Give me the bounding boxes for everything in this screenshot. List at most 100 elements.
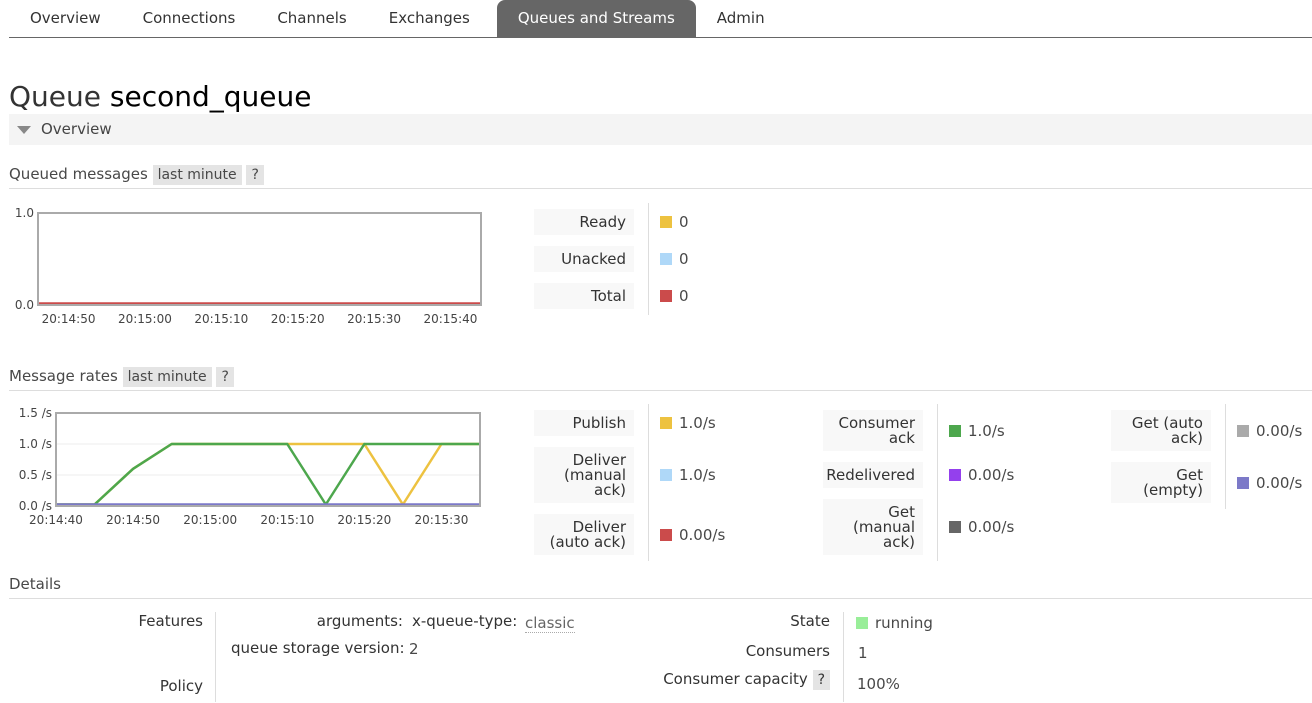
divider — [937, 404, 938, 561]
legend-label: Redelivered — [823, 462, 923, 488]
legend-value: 1.0/s — [660, 466, 716, 484]
series-line-publish — [56, 442, 480, 506]
divider — [215, 612, 216, 702]
consumers-value: 1 — [858, 644, 868, 662]
range-selector[interactable]: last minute — [122, 367, 212, 387]
y-tick-label: 1.0 — [15, 206, 34, 220]
x-tick-label: 20:15:20 — [271, 312, 325, 326]
legend-label: Deliver (manual ack) — [534, 447, 634, 503]
legend-value: 0.00/s — [1237, 474, 1302, 492]
legend-swatch — [1237, 424, 1249, 437]
range-selector[interactable]: last minute — [152, 165, 242, 185]
rate-value: 0.00/s — [968, 518, 1015, 536]
legend-value: 0 — [660, 287, 689, 305]
details-header: Details — [9, 575, 1312, 599]
rate-value: 0.00/s — [968, 466, 1015, 484]
tab-channels[interactable]: Channels — [256, 0, 367, 37]
legend-value: 0.00/s — [949, 518, 1014, 536]
legend-swatch — [660, 528, 672, 541]
message-rates-header: Message rates last minute ? — [9, 367, 1312, 391]
x-tick-label: 20:15:30 — [415, 513, 469, 527]
overview-section-toggle[interactable]: Overview — [9, 114, 1312, 145]
x-tick-label: 20:15:00 — [118, 312, 172, 326]
x-tick-label: 20:15:40 — [423, 312, 477, 326]
legend-value: 0 — [660, 250, 689, 268]
consumers-label: Consumers — [745, 642, 830, 660]
legend-label: Unacked — [534, 246, 634, 272]
tab-queues-and-streams[interactable]: Queues and Streams — [496, 0, 696, 37]
legend-value: 0.00/s — [949, 466, 1014, 484]
state-value: running — [875, 614, 933, 632]
legend-swatch — [660, 469, 672, 481]
series-line-consumer-ack — [56, 442, 480, 506]
legend-swatch — [949, 469, 961, 481]
legend-swatch — [660, 290, 672, 302]
x-tick-label: 20:14:40 — [29, 513, 83, 527]
legend-value: 0.00/s — [1237, 422, 1302, 440]
legend-label: Get (auto ack) — [1111, 410, 1211, 451]
legend-value: 0 — [660, 213, 689, 231]
rate-value: 0 — [679, 287, 689, 305]
rate-value: 1.0/s — [968, 421, 1005, 440]
main-nav: Overview Connections Channels Exchanges Queu… — [9, 0, 1312, 38]
legend-swatch — [660, 216, 672, 228]
state-label: State — [790, 612, 830, 630]
policy-label: Policy — [159, 677, 203, 695]
legend-label: Total — [534, 283, 634, 309]
legend-value: 1.0/s — [660, 414, 716, 432]
tab-admin[interactable]: Admin — [696, 0, 786, 37]
tab-connections[interactable]: Connections — [122, 0, 257, 37]
y-tick-label: 0.5 /s — [19, 468, 52, 482]
help-button[interactable]: ? — [216, 367, 234, 387]
queued-messages-chart: 0.0 1.0 20:14:50 20:15:00 20:15:10 20:15:20 20… — [15, 206, 482, 326]
legend-swatch — [660, 253, 672, 265]
x-tick-label: 20:15:20 — [337, 513, 391, 527]
state-indicator — [856, 617, 868, 629]
legend-value: 0.00/s — [660, 526, 725, 544]
legend-label: Get (empty) — [1111, 462, 1211, 503]
argument-key: x-queue-type: — [412, 612, 518, 630]
legend-swatch — [1237, 476, 1249, 489]
divider — [1225, 404, 1226, 509]
tab-overview[interactable]: Overview — [9, 0, 122, 37]
y-tick-label: 0.0 /s — [19, 499, 52, 513]
rate-value: 0.00/s — [1256, 473, 1303, 492]
divider — [843, 612, 844, 702]
argument-value: classic — [525, 614, 575, 633]
y-tick-label: 0.0 — [15, 298, 34, 312]
rate-value: 0.00/s — [1256, 421, 1303, 440]
plot-border — [37, 212, 482, 306]
y-tick-label: 1.0 /s — [19, 437, 52, 451]
consumer-capacity-value: 100% — [857, 675, 900, 693]
queued-messages-header: Queued messages last minute ? — [9, 165, 1312, 189]
page-title: Queue second_queue — [9, 80, 312, 113]
x-tick-label: 20:15:10 — [194, 312, 248, 326]
rate-value: 1.0/s — [679, 414, 716, 432]
plot-border — [55, 412, 481, 507]
legend-swatch — [949, 424, 961, 437]
rate-value: 0 — [679, 250, 689, 268]
y-tick-label: 1.5 /s — [19, 406, 52, 420]
x-tick-label: 20:15:30 — [347, 312, 401, 326]
x-tick-label: 20:15:00 — [183, 513, 237, 527]
help-button[interactable]: ? — [246, 165, 264, 185]
storage-version-label: queue storage version: — [231, 639, 405, 657]
rate-value: 0 — [679, 213, 689, 231]
collapse-triangle-icon — [17, 126, 31, 134]
legend-swatch — [660, 417, 672, 429]
x-tick-label: 20:15:10 — [260, 513, 314, 527]
x-tick-label: 20:14:50 — [106, 513, 160, 527]
tab-exchanges[interactable]: Exchanges — [368, 0, 491, 37]
legend-label: Publish — [534, 410, 634, 436]
storage-version-value: 2 — [409, 640, 419, 658]
help-button[interactable]: ? — [812, 670, 830, 690]
legend-value: 1.0/s — [949, 422, 1005, 440]
legend-label: Consumer ack — [823, 410, 923, 451]
arguments-label: arguments: — [316, 612, 403, 630]
legend-label: Get (manual ack) — [823, 499, 923, 555]
divider — [648, 404, 649, 561]
x-tick-label: 20:14:50 — [42, 312, 96, 326]
features-label: Features — [138, 612, 204, 630]
legend-label: Ready — [534, 209, 634, 235]
message-rates-chart: 0.0 /s 0.5 /s 1.0 /s 1.5 /s 20:14:40 20:14:50… — [19, 406, 481, 527]
